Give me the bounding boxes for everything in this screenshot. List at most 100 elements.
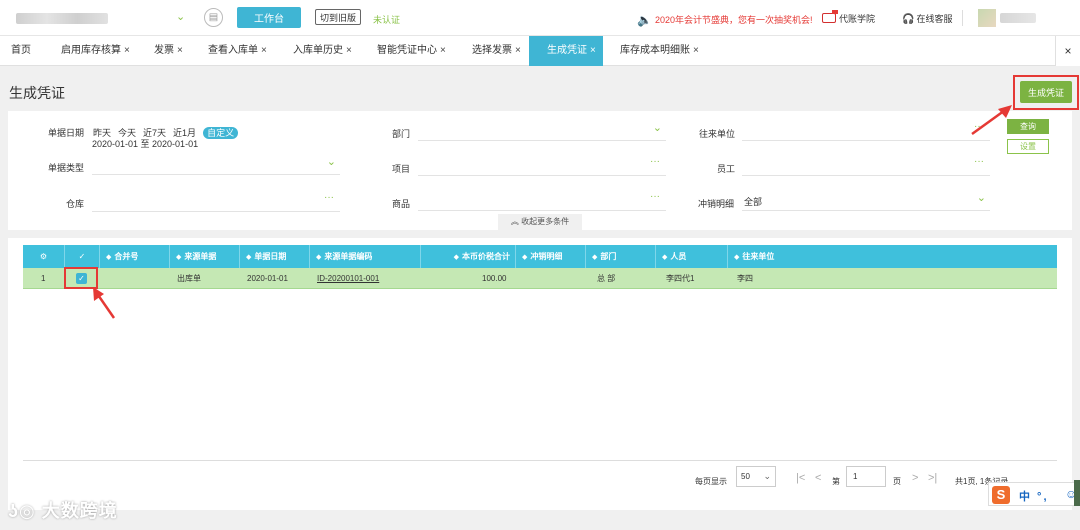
employee-field[interactable]: ··· <box>742 154 990 176</box>
close-all-tabs-button[interactable]: × <box>1055 36 1080 66</box>
tab-label: 查看入库单 <box>208 45 258 56</box>
tab-receipt-history[interactable]: 入库单历史 × <box>293 36 352 66</box>
academy-link[interactable]: 代账学院 <box>822 10 876 25</box>
username-blurred[interactable] <box>1000 13 1036 23</box>
tab-label: 发票 <box>154 45 174 56</box>
column-header[interactable]: ◆ 来源单据编码 <box>310 245 421 268</box>
company-selector[interactable]: ⌄ <box>12 9 192 27</box>
header-label: 部门 <box>600 252 617 261</box>
tab-smart-voucher[interactable]: 智能凭证中心 × <box>377 36 446 66</box>
column-header[interactable]: ◆ 单据日期 <box>240 245 310 268</box>
annotation-highlight-box <box>64 267 98 289</box>
column-header[interactable]: ◆ 合并号 <box>100 245 170 268</box>
sogou-logo-icon: S <box>992 486 1010 504</box>
document-circle-icon[interactable]: ▤ <box>204 8 223 27</box>
workbench-button[interactable]: 工作台 <box>237 7 301 28</box>
online-service-link[interactable]: 🎧 在线客服 <box>902 12 952 25</box>
tab-select-invoice[interactable]: 选择发票 × <box>472 36 521 66</box>
promo-link[interactable]: 🔈 2020年会计节盛典，您有一次抽奖机会! <box>637 12 813 27</box>
cell-person: 李四代1 <box>666 274 695 283</box>
project-label: 项目 <box>392 164 411 174</box>
close-icon[interactable]: × <box>440 45 446 56</box>
partner-field[interactable]: ··· <box>742 119 990 141</box>
new-badge-icon <box>822 10 838 23</box>
tab-enable-inventory[interactable]: 启用库存核算 × <box>61 36 130 66</box>
promo-text: 2020年会计节盛典，您有一次抽奖机会! <box>654 15 813 25</box>
department-select[interactable]: ⌄ <box>418 119 666 141</box>
writeoff-select[interactable]: 全部 ⌄ <box>742 189 990 211</box>
tab-view-receipt[interactable]: 查看入库单 × <box>208 36 267 66</box>
close-icon[interactable]: × <box>515 45 521 56</box>
ime-toolbar[interactable]: S 中 °, ☺ <box>988 482 1080 506</box>
table-header: ⚙ ✓ ◆ 合并号 ◆ 来源单据 ◆ 单据日期 ◆ 来源单据编码 ◆ 本币价税合计 ◆ 冲销… <box>23 245 1057 268</box>
column-header[interactable]: ◆ 本币价税合计 <box>421 245 516 268</box>
cell-source-code-link[interactable]: ID-20200101-001 <box>317 268 379 289</box>
watermark-text: 大数跨境 <box>41 501 118 521</box>
cell-doc-date: 2020-01-01 <box>247 274 288 283</box>
tab-inventory-cost-ledger[interactable]: 库存成本明细账 × <box>620 36 699 66</box>
speaker-icon: 🔈 <box>637 13 652 27</box>
header-label: 冲销明细 <box>530 252 563 261</box>
page-prefix: 第 <box>832 477 840 486</box>
avatar[interactable] <box>978 9 996 27</box>
column-header[interactable]: ◆ 往来单位 <box>728 245 1057 268</box>
sort-icon: ◆ <box>453 254 459 261</box>
warehouse-label: 仓库 <box>66 199 85 209</box>
table-row[interactable]: 1 ✓ 出库单 2020-01-01 ID-20200101-001 100.0… <box>23 268 1057 289</box>
tab-home[interactable]: 首页 <box>11 36 31 66</box>
per-page-label: 每页显示 <box>695 477 727 486</box>
date-range-value[interactable]: 2020-01-01 至 2020-01-01 <box>92 137 198 150</box>
doc-type-select[interactable]: ⌄ <box>92 153 340 175</box>
cell-amount: 100.00 <box>482 274 507 283</box>
more-dots-icon: ··· <box>974 121 984 132</box>
close-icon[interactable]: × <box>177 45 183 56</box>
sort-icon: ◆ <box>176 254 182 261</box>
sort-icon: ◆ <box>662 254 668 261</box>
last-page-icon[interactable]: >| <box>928 472 937 484</box>
settings-button[interactable]: 设置 <box>1007 139 1049 154</box>
tab-generate-voucher[interactable]: 生成凭证 × <box>529 36 603 66</box>
academy-label: 代账学院 <box>839 14 876 24</box>
switch-old-version-button[interactable]: 切到旧版 <box>315 9 361 25</box>
sort-icon: ◆ <box>592 254 598 261</box>
cell-department: 总 部 <box>597 274 616 283</box>
product-field[interactable]: ··· <box>418 189 666 211</box>
sort-icon: ◆ <box>522 254 528 261</box>
project-field[interactable]: ··· <box>418 154 666 176</box>
page-size-select[interactable]: 50 ⌄ <box>736 466 776 487</box>
collapse-conditions-button[interactable]: ︽ 收起更多条件 <box>498 214 582 230</box>
close-icon[interactable]: × <box>124 45 130 56</box>
header-label: 往来单位 <box>742 252 775 261</box>
sort-icon: ◆ <box>734 254 740 261</box>
column-header[interactable]: ◆ 冲销明细 <box>516 245 586 268</box>
warehouse-field[interactable]: ··· <box>92 190 340 212</box>
header-label: 来源单据 <box>184 252 217 261</box>
verification-status[interactable]: 未认证 <box>373 13 400 26</box>
chevron-down-icon: ⌄ <box>976 192 986 204</box>
writeoff-value: 全部 <box>744 197 763 207</box>
column-header[interactable]: ◆ 人员 <box>656 245 728 268</box>
close-icon[interactable]: × <box>693 45 699 56</box>
select-all-icon[interactable]: ✓ <box>65 245 100 268</box>
date-option-custom[interactable]: 自定义 <box>203 127 239 139</box>
close-icon[interactable]: × <box>261 45 267 56</box>
tab-invoice[interactable]: 发票 × <box>154 36 183 66</box>
close-icon[interactable]: × <box>590 45 596 56</box>
header-label: 本币价税合计 <box>462 252 510 261</box>
column-settings-icon[interactable]: ⚙ <box>23 245 65 268</box>
voucher-table: ⚙ ✓ ◆ 合并号 ◆ 来源单据 ◆ 单据日期 ◆ 来源单据编码 ◆ 本币价税合计 ◆ 冲销… <box>8 238 1072 510</box>
column-header[interactable]: ◆ 部门 <box>586 245 656 268</box>
query-button[interactable]: 查询 <box>1007 119 1049 134</box>
first-page-icon[interactable]: |< <box>796 472 805 484</box>
page-number-input[interactable]: 1 <box>846 466 886 487</box>
tab-label: 首页 <box>11 45 31 56</box>
ime-status: 中 °, <box>1019 491 1049 503</box>
next-page-icon[interactable]: > <box>912 472 918 484</box>
close-icon[interactable]: × <box>346 45 352 56</box>
tab-label: 入库单历史 <box>293 45 343 56</box>
prev-page-icon[interactable]: < <box>815 472 821 484</box>
department-label: 部门 <box>392 129 411 139</box>
column-header[interactable]: ◆ 来源单据 <box>170 245 240 268</box>
chevron-down-icon: ⌄ <box>326 156 336 168</box>
scrollbar[interactable] <box>1074 480 1080 506</box>
